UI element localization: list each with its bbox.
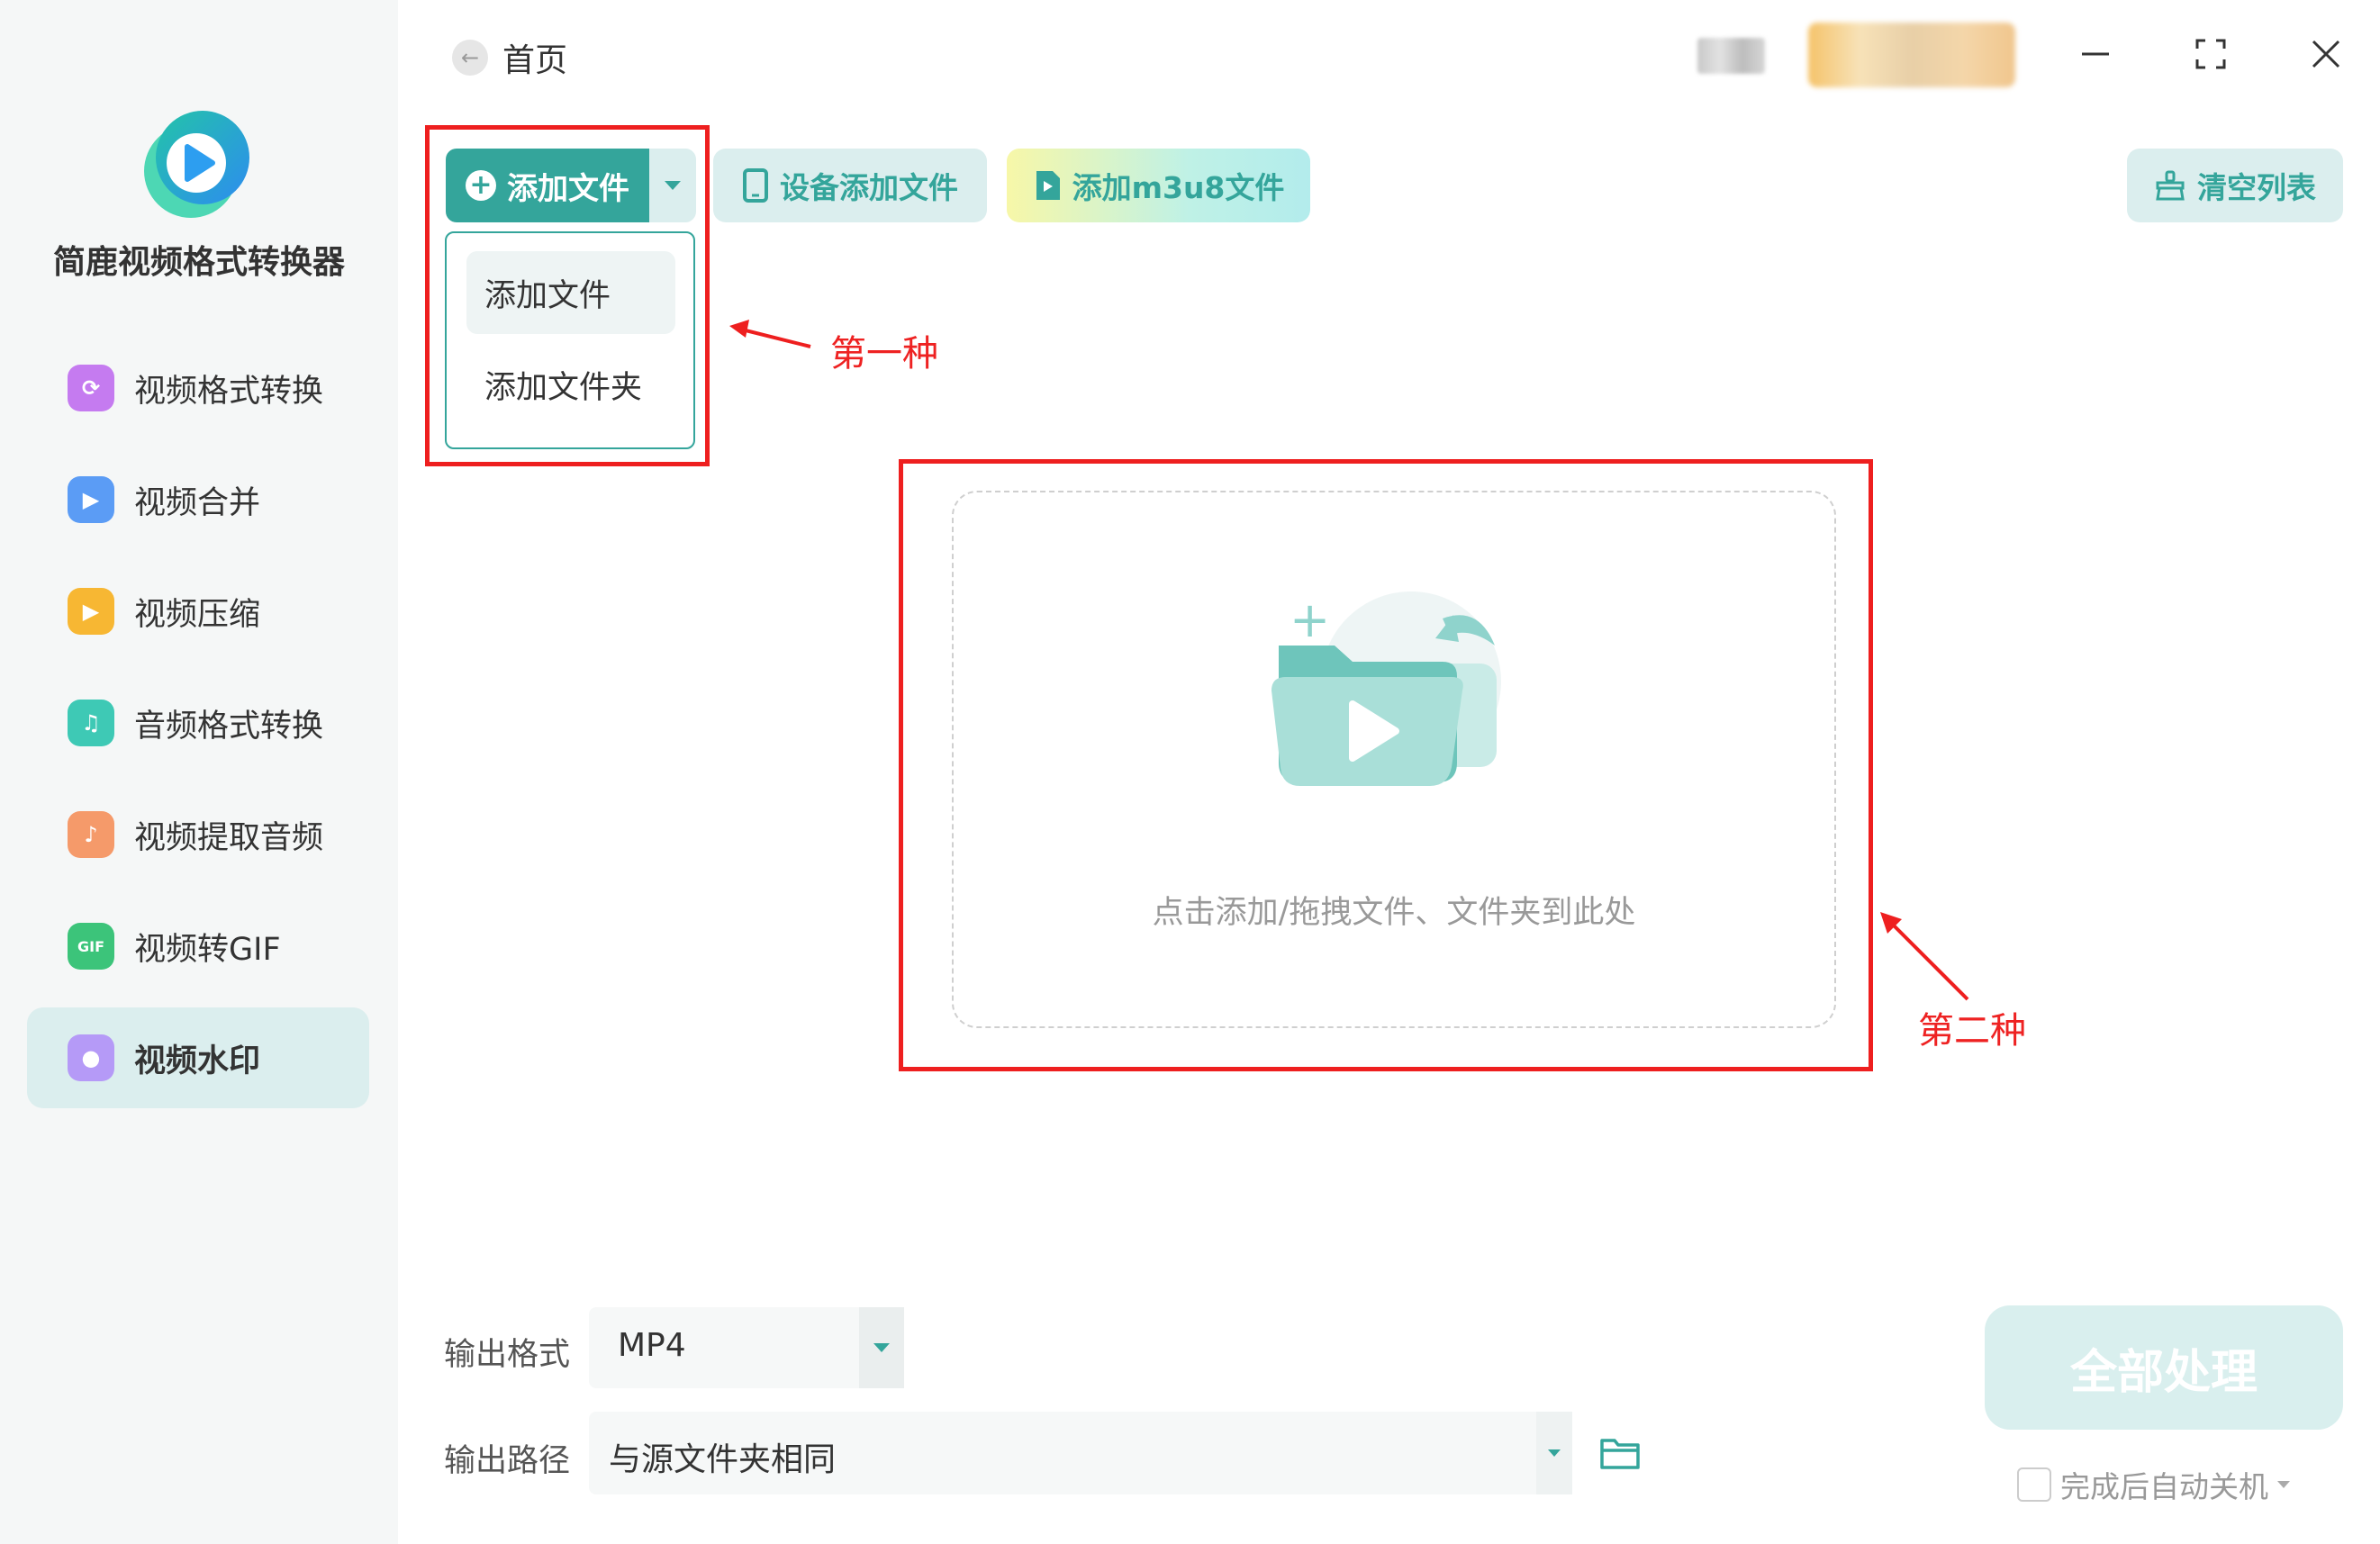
fullscreen-icon — [2195, 39, 2226, 69]
app-title: 简鹿视频格式转换器 — [52, 244, 345, 281]
sidebar-item-label: 视频压缩 — [134, 596, 261, 633]
m3u8-file-icon — [1033, 169, 1062, 202]
sidebar-item-audio-convert[interactable]: ♫ 音频格式转换 — [27, 673, 369, 773]
sidebar-item-label: 视频合并 — [134, 484, 261, 521]
extract-audio-icon: ♪ — [68, 811, 114, 858]
auto-shutdown-checkbox[interactable] — [2017, 1467, 2051, 1502]
file-drop-zone[interactable]: + 点击添加/拖拽文件、文件夹到此处 — [952, 491, 1836, 1028]
app-logo-icon — [144, 111, 249, 218]
sidebar-item-video-compress[interactable]: ▶ 视频压缩 — [27, 561, 369, 662]
app-window: 简鹿视频格式转换器 ⟳ 视频格式转换 ▶ 视频合并 ▶ 视频压缩 ♫ 音频格式转… — [0, 0, 2380, 1544]
annotation-label-second: 第二种 — [1918, 1010, 2026, 1052]
annotation-arrow-second — [1880, 912, 1969, 1001]
gif-icon: GIF — [68, 923, 114, 970]
blurred-user-info — [1697, 38, 1765, 74]
drop-zone-hint: 点击添加/拖拽文件、文件夹到此处 — [1152, 895, 1636, 931]
add-m3u8-button[interactable]: 添加m3u8文件 — [1007, 149, 1310, 222]
audio-convert-icon: ♫ — [68, 700, 114, 746]
clear-list-label: 清空列表 — [2197, 170, 2316, 205]
output-path-value: 与源文件夹相同 — [609, 1441, 837, 1478]
back-home-button[interactable]: ← 首页 — [452, 34, 567, 81]
watermark-icon: ● — [68, 1034, 114, 1081]
minimize-icon — [2082, 52, 2109, 56]
sidebar-item-extract-audio[interactable]: ♪ 视频提取音频 — [27, 784, 369, 885]
sidebar-item-label: 音频格式转换 — [134, 708, 324, 745]
sidebar-item-label: 视频转GIF — [134, 931, 281, 968]
output-format-label: 输出格式 — [444, 1337, 571, 1373]
output-path-select[interactable]: 与源文件夹相同 — [589, 1412, 1572, 1494]
annotation-box-first — [425, 125, 710, 466]
process-all-button[interactable]: 全部处理 — [1985, 1305, 2343, 1430]
output-format-select[interactable]: MP4 — [589, 1307, 904, 1388]
caret-down-icon[interactable] — [2277, 1481, 2290, 1488]
output-format-value: MP4 — [618, 1327, 686, 1364]
sidebar-item-label: 视频水印 — [134, 1043, 261, 1079]
sidebar-nav: ⟳ 视频格式转换 ▶ 视频合并 ▶ 视频压缩 ♫ 音频格式转换 ♪ 视频提取音频… — [27, 338, 369, 1119]
minimize-button[interactable] — [2068, 27, 2122, 81]
folder-icon — [1600, 1439, 1640, 1469]
open-folder-button[interactable] — [1598, 1433, 1642, 1473]
annotation-label-first: 第一种 — [830, 333, 938, 375]
clear-list-button[interactable]: 清空列表 — [2127, 149, 2343, 222]
sidebar-item-watermark[interactable]: ● 视频水印 — [27, 1007, 369, 1108]
auto-shutdown-label: 完成后自动关机 — [2060, 1469, 2268, 1504]
sidebar-item-video-merge[interactable]: ▶ 视频合并 — [27, 449, 369, 550]
sidebar: 简鹿视频格式转换器 ⟳ 视频格式转换 ▶ 视频合并 ▶ 视频压缩 ♫ 音频格式转… — [0, 0, 398, 1544]
sidebar-item-label: 视频提取音频 — [134, 819, 324, 856]
phone-icon — [742, 168, 769, 203]
caret-down-icon — [859, 1307, 904, 1388]
sidebar-item-label: 视频格式转换 — [134, 373, 324, 410]
add-m3u8-label: 添加m3u8文件 — [1072, 170, 1285, 205]
output-path-label: 输出路径 — [444, 1443, 571, 1479]
sidebar-item-video-gif[interactable]: GIF 视频转GIF — [27, 896, 369, 997]
close-button[interactable] — [2299, 27, 2353, 81]
annotation-arrow-first — [729, 320, 811, 348]
close-icon — [2312, 40, 2340, 68]
auto-shutdown-toggle[interactable]: 完成后自动关机 — [2017, 1463, 2290, 1506]
broom-icon — [2154, 170, 2186, 201]
svg-text:+: + — [1290, 591, 1330, 648]
caret-down-icon — [1536, 1412, 1572, 1494]
device-add-file-button[interactable]: 设备添加文件 — [713, 149, 987, 222]
video-convert-icon: ⟳ — [68, 365, 114, 411]
sidebar-item-video-convert[interactable]: ⟳ 视频格式转换 — [27, 338, 369, 438]
back-arrow-icon: ← — [452, 40, 488, 76]
video-compress-icon: ▶ — [68, 588, 114, 635]
back-label: 首页 — [502, 42, 568, 79]
blurred-vip-badge[interactable] — [1808, 23, 2015, 87]
video-merge-icon: ▶ — [68, 476, 114, 523]
folder-video-illustration-icon: + — [1271, 591, 1501, 786]
device-add-file-label: 设备添加文件 — [780, 170, 958, 205]
maximize-button[interactable] — [2184, 27, 2238, 81]
